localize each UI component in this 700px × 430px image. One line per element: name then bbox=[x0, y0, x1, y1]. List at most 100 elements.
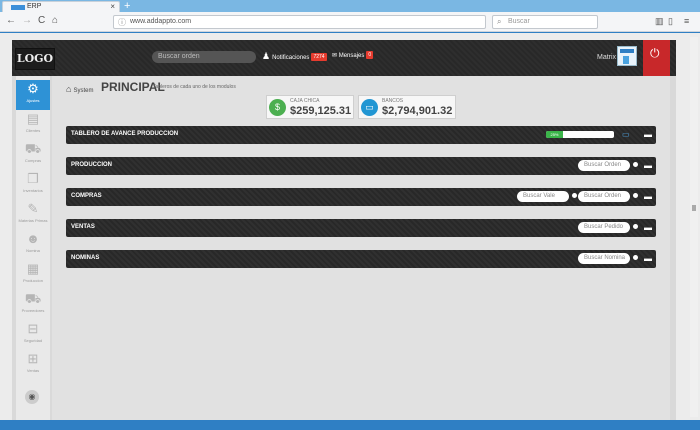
sidebar-item-proveedores[interactable]: ⛟ Proveedores bbox=[16, 290, 50, 320]
panel-produccion: PRODUCCION Buscar Orden ▬ bbox=[66, 157, 656, 175]
search-vale-input[interactable]: Buscar Vale bbox=[517, 191, 569, 202]
avatar[interactable] bbox=[617, 46, 637, 66]
sidebar-item-compras[interactable]: ⛟ Compras bbox=[16, 140, 50, 170]
sidebar-item-ventas[interactable]: ⊞ Ventas bbox=[16, 350, 50, 380]
browser-search-placeholder: Buscar bbox=[508, 18, 530, 25]
envelope-icon: ✉ bbox=[332, 53, 338, 59]
sidebar-item-icon: ⛟ bbox=[24, 141, 42, 156]
sidebar-item-label: Compras bbox=[24, 158, 42, 163]
search-orden-input[interactable]: Buscar Orden bbox=[578, 160, 630, 171]
dollar-icon: $ bbox=[269, 99, 286, 116]
sidebar-item-icon: ⚙ bbox=[27, 81, 39, 96]
notifications-link[interactable]: ♟ Notificaciones 7274 bbox=[262, 50, 327, 64]
sidebar-item-icon: ✎ bbox=[27, 201, 39, 216]
sidebar-item-icon: ⊞ bbox=[27, 351, 39, 366]
sidebar-item-seguridad[interactable]: ⊟ Seguridad bbox=[16, 320, 50, 350]
breadcrumb[interactable]: ⌂ System bbox=[66, 84, 93, 94]
stat-caja-chica: $ CAJA CHICA $259,125.31 bbox=[266, 95, 354, 119]
search-button[interactable] bbox=[633, 193, 638, 198]
sidebar-item-ajustes[interactable]: ⚙ Ajustes bbox=[16, 80, 50, 110]
new-tab-button[interactable]: + bbox=[124, 0, 130, 12]
sidebar-toggle-button[interactable]: ◉ bbox=[25, 390, 39, 404]
stat-label: BANCOS bbox=[382, 98, 404, 104]
search-nomina-input[interactable]: Buscar Nomina bbox=[578, 253, 630, 264]
sidebar-item-clientes[interactable]: ▤ Clientes bbox=[16, 110, 50, 140]
vertical-scrollbar[interactable] bbox=[690, 37, 698, 417]
sidebar-item-icon: ⛟ bbox=[24, 291, 42, 306]
card-icon: ▭ bbox=[361, 99, 378, 116]
sidebar-item-icon: ▤ bbox=[26, 111, 40, 126]
order-search-input[interactable]: Buscar orden bbox=[152, 51, 256, 63]
messages-label: Mensajes bbox=[338, 53, 365, 59]
avatar-figure bbox=[623, 56, 629, 64]
library-icon[interactable]: ▥ bbox=[655, 16, 664, 27]
sidebar-item-label: Ventas bbox=[26, 368, 40, 373]
notifications-badge: 7274 bbox=[311, 53, 327, 62]
menu-icon[interactable]: ≡ bbox=[684, 16, 689, 26]
sidebar-item-produccion[interactable]: ▦ Produccion bbox=[16, 260, 50, 290]
panel-menu-icon[interactable]: ▬ bbox=[644, 254, 652, 263]
sidebar-item-inventarios[interactable]: ❐ Inventarios bbox=[16, 170, 50, 200]
browser-search-input[interactable]: ⌕ Buscar bbox=[492, 15, 598, 29]
url-bar[interactable]: ⓘ www.addappto.com bbox=[113, 15, 486, 29]
sidebar-item-label: Nomina bbox=[26, 248, 40, 253]
panel-menu-icon[interactable]: ▬ bbox=[644, 161, 652, 170]
search-pedido-input[interactable]: Buscar Pedido bbox=[578, 222, 630, 233]
info-icon: ⓘ bbox=[118, 18, 126, 27]
home-button[interactable]: ⌂ bbox=[52, 15, 58, 26]
progress-fill: 25% bbox=[546, 131, 563, 138]
sidebar-item-icon: ❐ bbox=[27, 171, 39, 186]
sidebar-item-materias-primas[interactable]: ✎ Materias Primas bbox=[16, 200, 50, 230]
sidebar-item-label: Clientes bbox=[25, 128, 41, 133]
browser-toolbar: ← → C ⌂ ⓘ www.addappto.com ⌕ Buscar ▥ ▯ … bbox=[0, 12, 700, 32]
panel-nominas: NOMINAS Buscar Nomina ▬ bbox=[66, 250, 656, 268]
forward-button[interactable]: → bbox=[22, 15, 32, 26]
messages-link[interactable]: ✉ Mensajes 0 bbox=[332, 50, 374, 62]
tab-close-icon[interactable]: × bbox=[110, 2, 115, 11]
app-header: LOGO Buscar orden ♟ Notificaciones 7274 ✉ … bbox=[12, 40, 676, 88]
reload-button[interactable]: C bbox=[38, 15, 45, 26]
stat-value: $259,125.31 bbox=[290, 105, 352, 117]
search-button[interactable] bbox=[572, 193, 577, 198]
back-button[interactable]: ← bbox=[6, 15, 16, 26]
panel-menu-icon[interactable]: ▬ bbox=[644, 192, 652, 201]
notifications-label: Notificaciones bbox=[272, 55, 310, 61]
monitor-icon[interactable]: ▭ bbox=[622, 130, 630, 139]
progress-bar: 25% bbox=[546, 131, 614, 138]
search-icon: ⌕ bbox=[497, 17, 502, 26]
tab-title: ERP bbox=[27, 3, 42, 10]
panel-title: VENTAS bbox=[71, 224, 95, 230]
stat-label: CAJA CHICA bbox=[290, 98, 320, 104]
panel-compras: COMPRAS Buscar Vale Buscar Orden ▬ bbox=[66, 188, 656, 206]
sidebar-icon[interactable]: ▯ bbox=[668, 16, 673, 27]
sidebar-item-icon: ☻ bbox=[26, 231, 40, 246]
tab-favicon-icon bbox=[11, 5, 25, 10]
sidebar-item-label: Materias Primas bbox=[18, 218, 48, 223]
panel-title: COMPRAS bbox=[71, 193, 102, 199]
power-icon: ⏻ bbox=[650, 46, 660, 60]
panel-menu-icon[interactable]: ▬ bbox=[644, 223, 652, 232]
search-orden-input[interactable]: Buscar Orden bbox=[578, 191, 630, 202]
search-button[interactable] bbox=[633, 224, 638, 229]
home-icon: ⌂ bbox=[66, 84, 72, 94]
search-button[interactable] bbox=[633, 162, 638, 167]
sidebar: ⚙ Ajustes ▤ Clientes ⛟ Compras ❐ Inventarios ✎ Ma… bbox=[16, 76, 50, 420]
erp-app: LOGO Buscar orden ♟ Notificaciones 7274 ✉ … bbox=[12, 40, 676, 420]
sidebar-item-nomina[interactable]: ☻ Nomina bbox=[16, 230, 50, 260]
sidebar-item-icon: ▦ bbox=[26, 261, 40, 276]
browser-tab[interactable]: ERP × bbox=[2, 1, 120, 12]
sidebar-item-label: Inventarios bbox=[23, 188, 43, 193]
panel-avance-produccion: TABLERO DE AVANCE PRODUCCION 25% ▭ ▬ bbox=[66, 126, 656, 144]
breadcrumb-label: System bbox=[73, 88, 94, 94]
page-subtitle: Tableros de cada uno de los modulos bbox=[153, 84, 236, 90]
sidebar-item-label: Proveedores bbox=[21, 308, 45, 313]
search-button[interactable] bbox=[633, 255, 638, 260]
scrollbar-thumb[interactable] bbox=[692, 205, 696, 211]
panel-ventas: VENTAS Buscar Pedido ▬ bbox=[66, 219, 656, 237]
logo[interactable]: LOGO bbox=[15, 48, 55, 70]
avatar-banner bbox=[620, 49, 634, 53]
panel-menu-icon[interactable]: ▬ bbox=[644, 130, 652, 139]
browser-tab-strip: ERP × + bbox=[0, 0, 700, 12]
user-name: Matrix bbox=[597, 54, 617, 61]
messages-badge: 0 bbox=[366, 51, 374, 60]
